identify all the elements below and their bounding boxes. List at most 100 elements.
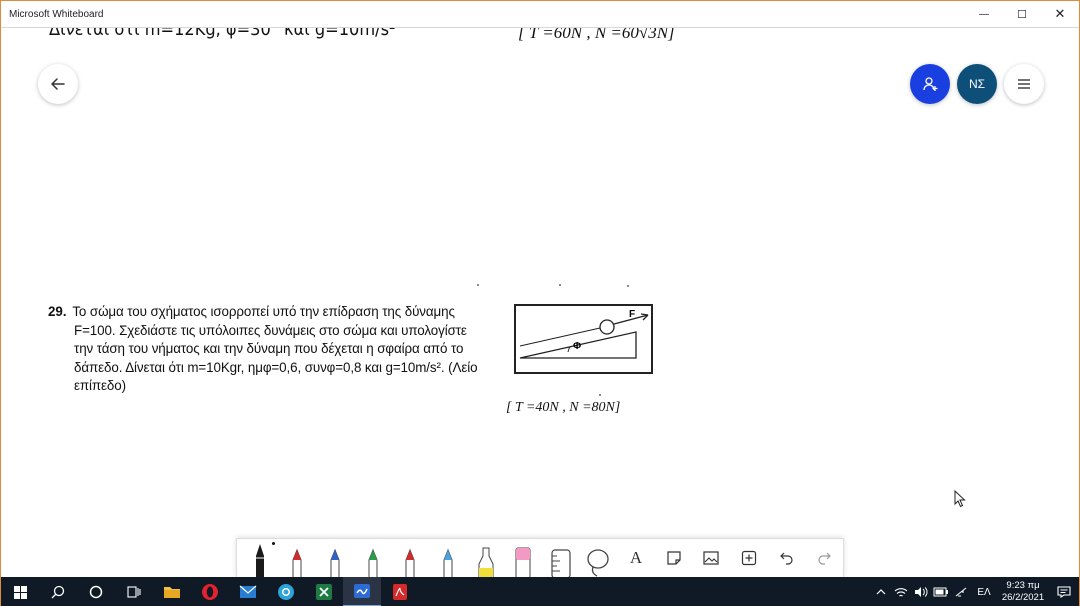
inclined-plane-figure: F Φ <box>514 304 653 374</box>
network-button[interactable] <box>951 577 971 606</box>
add-tool[interactable] <box>730 538 768 577</box>
pen-icon <box>330 548 340 577</box>
text-tool[interactable]: A <box>617 538 655 577</box>
image-tool[interactable] <box>693 538 731 577</box>
problem-line-2: F=100. Σχεδιάστε τις υπόλοιπες δυνάμεις … <box>74 322 467 338</box>
pdf-icon <box>393 584 407 600</box>
minimize-icon: — <box>979 8 989 20</box>
minimize-button[interactable]: — <box>965 1 1003 28</box>
scan-speck <box>559 284 561 286</box>
problem-line-3: την τάση του νήματος και την δύναμη που … <box>74 341 464 357</box>
pen-icon <box>292 548 302 577</box>
network-icon <box>955 587 967 597</box>
sticky-note-tool[interactable] <box>655 538 693 577</box>
highlighter-tool-yellow[interactable] <box>467 538 505 577</box>
mail-icon <box>239 585 257 598</box>
text-icon: A <box>629 548 643 567</box>
problem-29-answer: [ T =40N , N =80N] <box>506 400 621 415</box>
invite-button[interactable] <box>910 64 950 104</box>
cortana-circle-icon <box>89 585 103 599</box>
battery-icon <box>933 587 948 597</box>
speaker-icon <box>915 587 928 597</box>
scan-speck <box>627 285 629 287</box>
maximize-icon: ☐ <box>1017 8 1027 21</box>
undo-icon <box>779 552 793 565</box>
pen-tool-green[interactable] <box>354 538 392 577</box>
sticky-note-icon <box>667 551 681 565</box>
mouse-pointer-icon <box>954 490 966 508</box>
redo-button[interactable] <box>805 538 843 577</box>
pen-icon <box>368 548 378 577</box>
task-view-icon <box>127 586 141 598</box>
pen-tool-lightblue[interactable] <box>429 538 467 577</box>
language-indicator[interactable]: ΕΛ <box>971 577 997 606</box>
window-title: Microsoft Whiteboard <box>9 8 104 20</box>
acrobat-button[interactable] <box>381 577 419 606</box>
image-icon <box>703 551 719 565</box>
scan-speck <box>599 394 601 396</box>
wifi-icon <box>894 588 908 597</box>
problem-number: 29. <box>48 304 67 319</box>
clock[interactable]: 9:23 πμ 26/2/2021 <box>997 580 1049 604</box>
opera-button[interactable] <box>191 577 229 606</box>
pen-icon <box>405 548 415 577</box>
highlighter-icon <box>515 547 531 577</box>
undo-button[interactable] <box>768 538 806 577</box>
close-icon: ✕ <box>1054 6 1066 21</box>
pen-icon <box>255 544 264 577</box>
start-button[interactable] <box>1 577 39 606</box>
hamburger-icon <box>1018 79 1030 89</box>
opera-logo-icon <box>202 584 218 600</box>
problem-line-5: επίπεδο) <box>74 378 126 394</box>
search-button[interactable] <box>39 577 77 606</box>
add-box-icon <box>741 550 757 566</box>
back-button[interactable] <box>38 64 78 104</box>
mail-button[interactable] <box>229 577 267 606</box>
task-view-button[interactable] <box>115 577 153 606</box>
problem-29-text: 29. Το σώμα του σχήματος ισορροπεί υπό τη… <box>48 303 508 396</box>
selected-indicator <box>271 542 275 545</box>
lasso-icon <box>587 549 610 577</box>
maximize-button[interactable]: ☐ <box>1003 1 1041 28</box>
language-label: ΕΛ <box>977 586 991 598</box>
globe-icon <box>278 584 294 600</box>
inking-toolbar: A <box>236 538 844 577</box>
clock-time: 9:23 πμ <box>1006 580 1040 591</box>
pen-tool-red[interactable] <box>279 538 317 577</box>
file-explorer-button[interactable] <box>153 577 191 606</box>
whiteboard-canvas[interactable]: Δίνεται ότι m=12Kg, φ=30° και g=10m/s² [… <box>1 28 1079 577</box>
system-tray: ΕΛ 9:23 πμ 26/2/2021 <box>871 577 1079 606</box>
volume-button[interactable] <box>911 577 931 606</box>
battery-button[interactable] <box>931 577 951 606</box>
menu-button[interactable] <box>1004 64 1044 104</box>
close-button[interactable]: ✕ <box>1041 1 1079 28</box>
excel-icon <box>316 584 332 600</box>
problem-line-1: Το σώμα του σχήματος ισορροπεί υπό την ε… <box>72 304 455 319</box>
title-bar: Microsoft Whiteboard — ☐ ✕ <box>1 1 1079 28</box>
pen-icon <box>443 548 453 577</box>
lasso-tool[interactable] <box>580 538 618 577</box>
add-person-icon <box>923 77 938 91</box>
avatar[interactable]: ΝΣ <box>957 64 997 104</box>
notification-icon <box>1057 586 1071 598</box>
show-hidden-icons-button[interactable] <box>871 577 891 606</box>
chevron-up-icon <box>876 589 886 595</box>
whiteboard-button[interactable] <box>343 577 381 606</box>
clock-date: 26/2/2021 <box>1001 592 1045 603</box>
excel-button[interactable] <box>305 577 343 606</box>
previous-problem-text: Δίνεται ότι m=12Kg, φ=30° και g=10m/s² <box>49 28 396 40</box>
angle-label: Φ <box>573 341 582 352</box>
pen-tool-blue[interactable] <box>316 538 354 577</box>
browser-button[interactable] <box>267 577 305 606</box>
highlighter-tool-pink[interactable] <box>504 538 542 577</box>
ruler-tool[interactable] <box>542 538 580 577</box>
force-label: F <box>629 309 636 320</box>
pen-tool-red-2[interactable] <box>392 538 430 577</box>
pen-tool-black[interactable] <box>241 538 279 577</box>
scan-speck <box>477 284 479 286</box>
wifi-button[interactable] <box>891 577 911 606</box>
notifications-button[interactable] <box>1049 577 1079 606</box>
highlighter-icon <box>478 547 494 577</box>
cortana-button[interactable] <box>77 577 115 606</box>
search-icon <box>51 585 65 599</box>
